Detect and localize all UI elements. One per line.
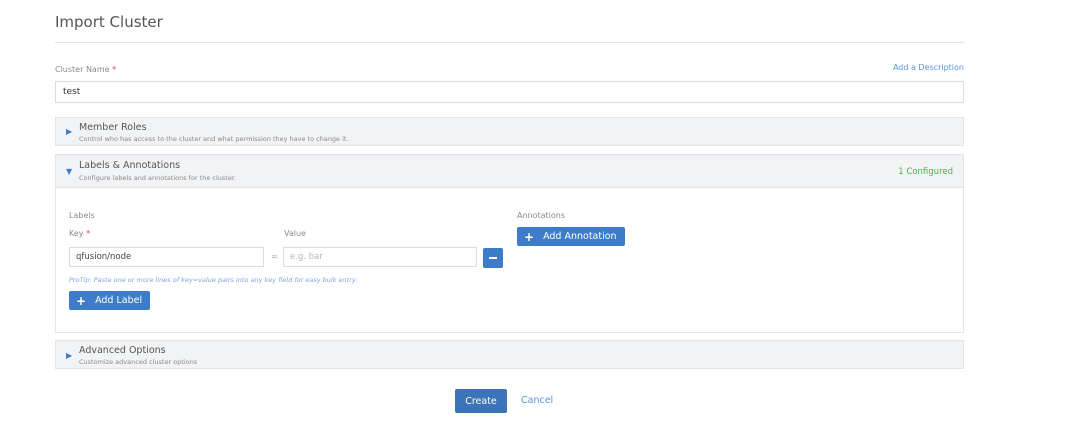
title-divider [55, 42, 964, 43]
cluster-name-label: Cluster Name * [55, 65, 116, 74]
member-roles-section[interactable]: ▶ Member Roles Control who has access to… [55, 117, 964, 146]
add-label-text: Add Label [95, 295, 143, 306]
add-description-link[interactable]: Add a Description [893, 63, 964, 72]
key-label-text: Key [69, 229, 84, 238]
cancel-link[interactable]: Cancel [521, 395, 553, 406]
labels-annotations-section[interactable]: ▼ Labels & Annotations Configure labels … [55, 154, 964, 188]
page-title: Import Cluster [55, 13, 163, 31]
key-value-separator: = [271, 252, 278, 261]
caret-down-icon: ▼ [66, 167, 73, 176]
plus-icon: + [524, 229, 535, 244]
cluster-name-input[interactable] [55, 81, 964, 103]
value-column-label: Value [284, 229, 306, 238]
member-roles-description: Control who has access to the cluster an… [79, 135, 349, 143]
add-annotation-text: Add Annotation [543, 231, 617, 242]
advanced-options-section[interactable]: ▶ Advanced Options Customize advanced cl… [55, 340, 964, 369]
configured-status: 1 Configured [898, 167, 953, 177]
key-column-label: Key * [69, 229, 90, 238]
caret-right-icon: ▶ [66, 127, 73, 136]
cluster-name-label-text: Cluster Name [55, 65, 110, 74]
create-button[interactable]: Create [455, 389, 507, 413]
advanced-options-description: Customize advanced cluster options [79, 358, 198, 366]
member-roles-title: Member Roles [79, 122, 147, 133]
add-annotation-button[interactable]: + Add Annotation [517, 227, 625, 246]
label-key-input[interactable] [69, 247, 264, 267]
labels-annotations-description: Configure labels and annotations for the… [79, 174, 236, 182]
advanced-options-title: Advanced Options [79, 345, 166, 356]
remove-label-button[interactable] [483, 248, 503, 268]
add-label-button[interactable]: + Add Label [69, 291, 151, 310]
labels-heading: Labels [69, 211, 95, 220]
plus-icon: + [76, 293, 87, 308]
key-required-marker: * [86, 229, 91, 238]
labels-annotations-title: Labels & Annotations [79, 160, 181, 171]
required-marker: * [112, 65, 117, 74]
labels-annotations-body: Labels Key * Value = ProTip: Paste one o… [55, 188, 964, 333]
caret-right-icon: ▶ [66, 351, 73, 360]
annotations-heading: Annotations [517, 211, 566, 220]
protip-text: ProTip: Paste one or more lines of key=v… [69, 276, 358, 284]
label-value-input[interactable] [283, 247, 477, 267]
